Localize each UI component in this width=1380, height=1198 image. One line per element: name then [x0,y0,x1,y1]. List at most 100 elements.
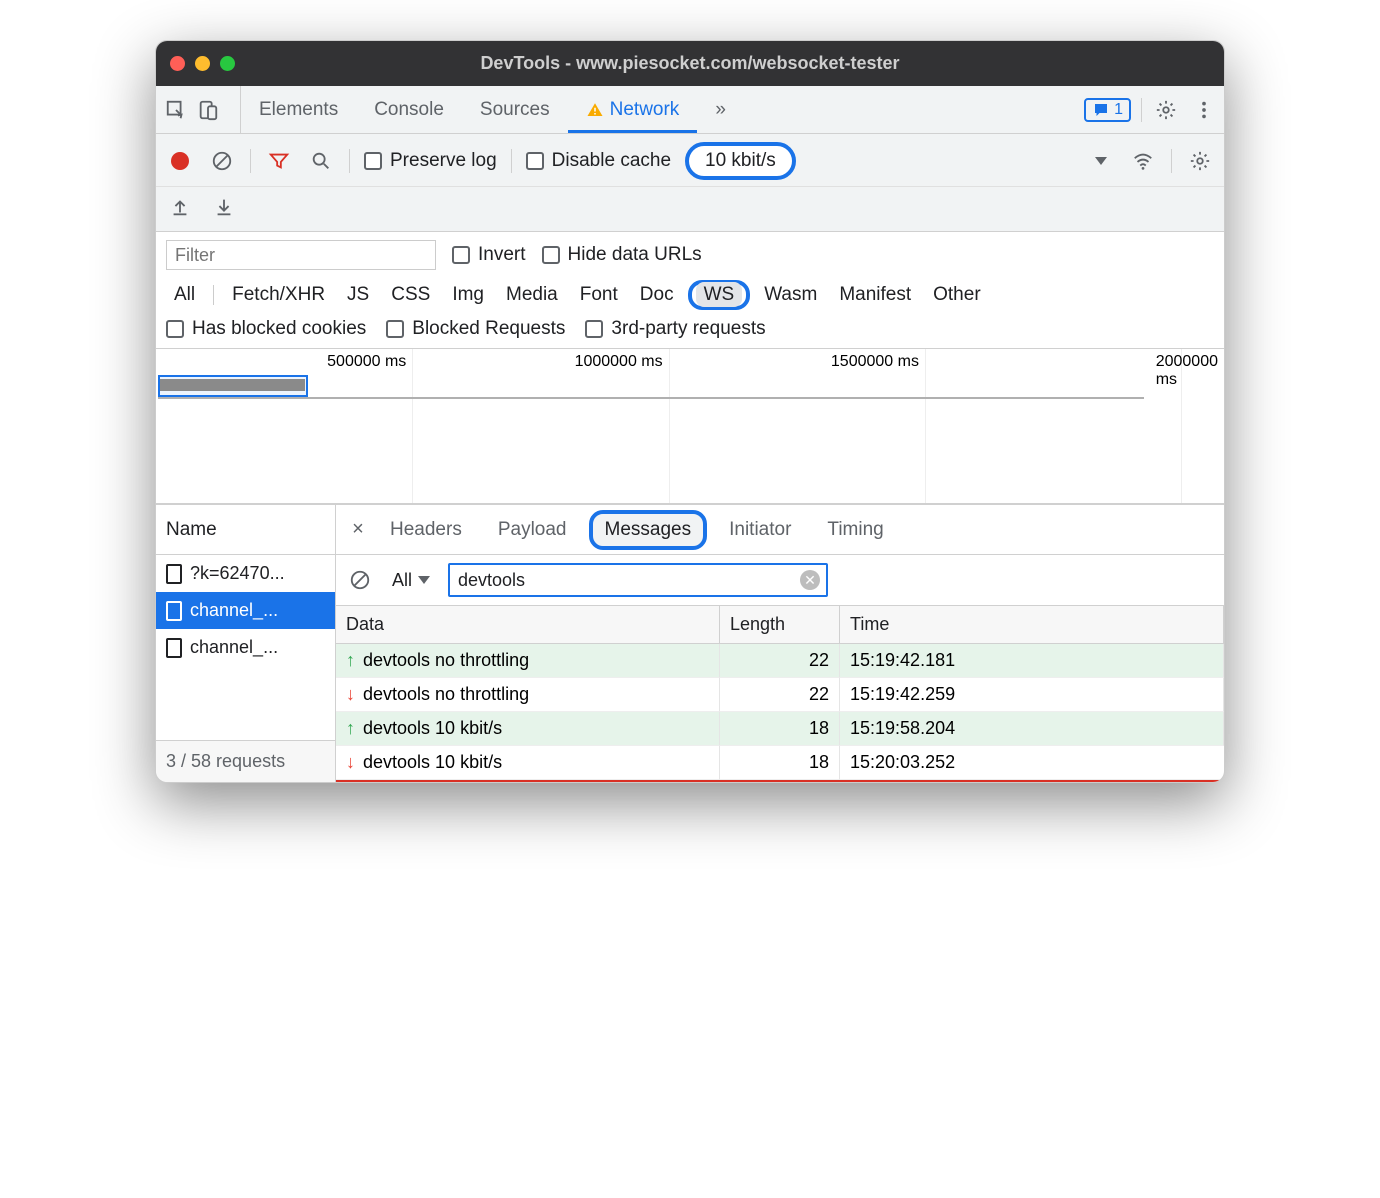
arrow-down-icon: ↓ [346,752,355,773]
tab-elements[interactable]: Elements [241,86,356,133]
timeline-overview[interactable]: 500000 ms 1000000 ms 1500000 ms 2000000 … [156,349,1224,504]
detail-tab-headers[interactable]: Headers [372,505,480,554]
chat-icon [1092,101,1110,119]
chevron-down-icon [418,576,430,584]
clear-messages-icon[interactable] [346,566,374,594]
request-name: channel_... [190,637,278,658]
message-row-data[interactable]: ↑ devtools no throttling [336,644,720,678]
message-type-select[interactable]: All [384,568,438,593]
message-row-data[interactable]: ↓ devtools 10 kbit/s [336,746,720,780]
more-tabs-button[interactable]: » [697,86,744,133]
message-data: devtools no throttling [363,650,529,671]
disable-cache-checkbox[interactable]: Disable cache [526,150,671,172]
messages-table: Data Length Time ↑ devtools no throttling… [336,606,1224,780]
import-har-icon[interactable] [166,193,194,221]
network-toolbar: Preserve log Disable cache 10 kbit/s [156,134,1224,187]
issues-badge[interactable]: 1 [1084,98,1131,122]
preserve-log-checkbox[interactable]: Preserve log [364,150,497,172]
message-row-length: 18 [720,746,840,780]
type-filter-manifest[interactable]: Manifest [831,282,919,308]
inspect-element-icon[interactable] [162,96,190,124]
blocked-requests-label: Blocked Requests [412,318,565,340]
network-settings-gear-icon[interactable] [1186,147,1214,175]
message-row-time: 15:19:42.259 [840,678,1224,712]
messages-filter-value: devtools [458,570,525,591]
hide-data-urls-checkbox[interactable]: Hide data URLs [542,244,702,266]
message-row-length: 22 [720,644,840,678]
type-filter-media[interactable]: Media [498,282,566,308]
export-har-icon[interactable] [210,193,238,221]
message-row-data[interactable]: ↓devtools no throttling [336,678,720,712]
messages-tab-highlight: Messages [589,510,708,550]
zoom-window-button[interactable] [220,56,235,71]
messages-filter-input[interactable]: devtools ✕ [448,563,828,597]
third-party-checkbox[interactable]: 3rd-party requests [585,318,765,340]
request-row[interactable]: channel_... [156,592,335,629]
messages-th-time[interactable]: Time [840,606,1224,644]
message-row-data[interactable]: ↑ devtools 10 kbit/s [336,712,720,746]
arrow-up-icon: ↑ [346,718,355,739]
timeline-activity-bar [160,379,305,391]
type-filter-font[interactable]: Font [572,282,626,308]
preserve-log-label: Preserve log [390,150,497,172]
detail-tab-messages[interactable]: Messages [599,519,698,541]
request-row[interactable]: ?k=62470... [156,555,335,592]
blocked-requests-checkbox[interactable]: Blocked Requests [386,318,565,340]
type-filter-img[interactable]: Img [444,282,492,308]
tab-network-label: Network [610,99,680,121]
throttling-dropdown-icon[interactable] [1087,147,1115,175]
throttling-selector[interactable]: 10 kbit/s [685,142,796,180]
detail-tab-initiator[interactable]: Initiator [711,505,809,554]
type-filter-doc[interactable]: Doc [632,282,682,308]
table-end-marker [336,780,1224,782]
main-tabs-row: Elements Console Sources Network » 1 [156,86,1224,134]
request-row[interactable]: channel_... [156,629,335,666]
message-row-time: 15:19:58.204 [840,712,1224,746]
invert-checkbox[interactable]: Invert [452,244,526,266]
network-lower-pane: Name ?k=62470... channel_... channel_...… [156,504,1224,782]
record-button[interactable] [166,147,194,175]
search-icon[interactable] [307,147,335,175]
type-filter-js[interactable]: JS [339,282,377,308]
type-filter-all[interactable]: All [166,282,203,308]
type-filter-wasm[interactable]: Wasm [756,282,825,308]
settings-gear-icon[interactable] [1152,96,1180,124]
request-count-footer: 3 / 58 requests [156,740,335,782]
type-filter-other[interactable]: Other [925,282,989,308]
detail-tab-timing[interactable]: Timing [809,505,901,554]
type-filter-fetch-xhr[interactable]: Fetch/XHR [224,282,333,308]
request-list: Name ?k=62470... channel_... channel_...… [156,505,336,782]
third-party-label: 3rd-party requests [611,318,765,340]
traffic-lights [170,56,235,71]
window-titlebar: DevTools - www.piesocket.com/websocket-t… [156,41,1224,86]
type-filter-css[interactable]: CSS [383,282,438,308]
message-data: devtools 10 kbit/s [363,752,502,773]
network-conditions-icon[interactable] [1129,147,1157,175]
window-title: DevTools - www.piesocket.com/websocket-t… [480,53,899,74]
message-row-length: 18 [720,712,840,746]
type-filter-ws[interactable]: WS [696,282,743,307]
kebab-menu-icon[interactable] [1190,96,1218,124]
tab-sources[interactable]: Sources [462,86,568,133]
filter-icon[interactable] [265,147,293,175]
clear-button[interactable] [208,147,236,175]
warning-icon [586,101,604,119]
device-toolbar-icon[interactable] [194,96,222,124]
minimize-window-button[interactable] [195,56,210,71]
invert-label: Invert [478,244,526,266]
messages-th-length[interactable]: Length [720,606,840,644]
message-data: devtools 10 kbit/s [363,718,502,739]
filter-input[interactable] [166,240,436,270]
request-name: channel_... [190,600,278,621]
tab-network[interactable]: Network [568,86,698,133]
ws-filter-highlight: WS [688,280,751,310]
message-row-time: 15:20:03.252 [840,746,1224,780]
blocked-cookies-checkbox[interactable]: Has blocked cookies [166,318,366,340]
messages-th-data[interactable]: Data [336,606,720,644]
close-detail-icon[interactable]: × [344,516,372,544]
clear-filter-icon[interactable]: ✕ [800,570,820,590]
tab-console[interactable]: Console [356,86,462,133]
detail-tab-payload[interactable]: Payload [480,505,585,554]
close-window-button[interactable] [170,56,185,71]
arrow-up-icon: ↑ [346,650,355,671]
